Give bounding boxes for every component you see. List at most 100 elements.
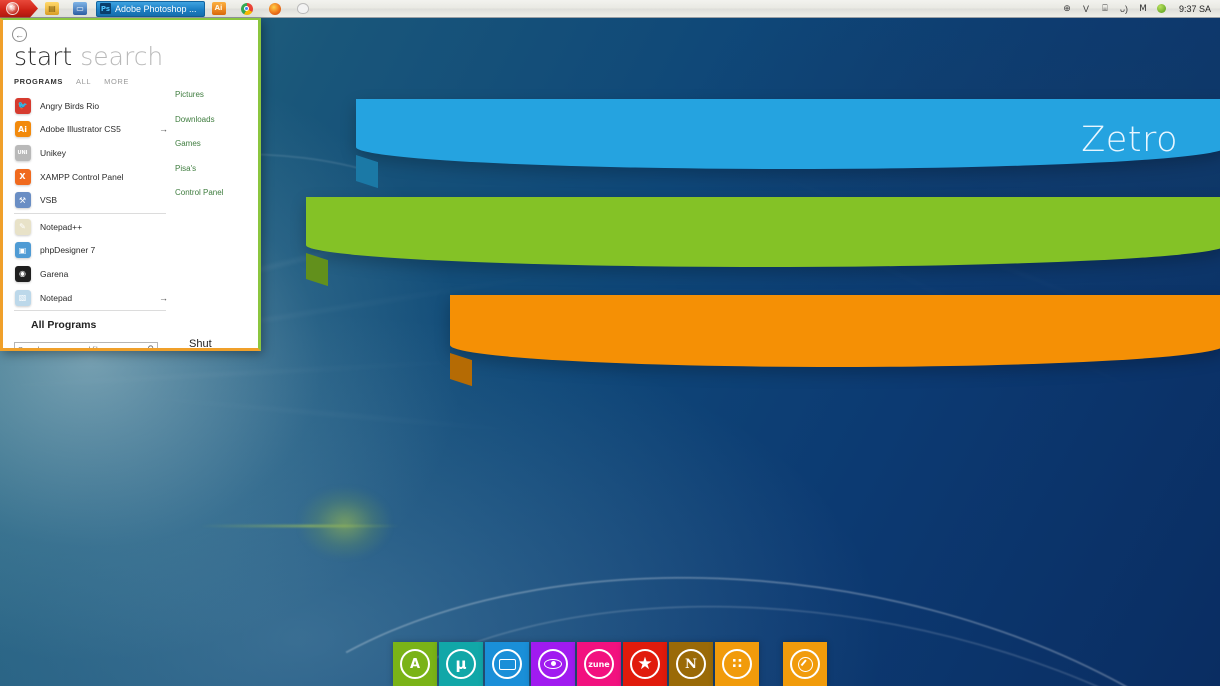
dock-tile-zune[interactable]: zune [577, 642, 621, 686]
taskbar-icon-illustrator[interactable]: Ai [205, 0, 233, 18]
utorrent-mu-icon: μ [446, 649, 476, 679]
dock: Aμ zune ★ N ∷ [393, 642, 827, 686]
submenu-arrow-icon[interactable]: → [159, 293, 168, 303]
list-divider [14, 310, 166, 312]
program-item[interactable]: ▣ phpDesigner 7 [14, 239, 166, 263]
letter-v-icon[interactable]: V [1080, 4, 1092, 14]
taskbar-icon-alien-app[interactable] [289, 0, 317, 18]
program-item[interactable]: X XAMPP Control Panel [14, 165, 166, 189]
start-menu-title: start [14, 42, 73, 71]
start-menu-link-pictures[interactable]: Pictures [175, 90, 257, 99]
start-menu-link-control-panel[interactable]: Control Panel [175, 188, 257, 197]
start-menu-link-games[interactable]: Games [175, 139, 257, 148]
program-item[interactable]: ⚒ VSB [14, 188, 166, 212]
taskbar-icon-firefox[interactable] [261, 0, 289, 18]
ribbon-body [450, 295, 1220, 367]
taskbar-active-task[interactable]: Ps Adobe Photoshop ... [96, 0, 205, 17]
letter-a-circle-icon: A [400, 649, 430, 679]
shutdown-label: Shut down [189, 338, 212, 350]
program-item-label: Garena [40, 268, 69, 279]
program-item[interactable]: Ai Adobe Illustrator CS5 → [14, 118, 168, 142]
start-menu-search-word: search [80, 42, 164, 71]
wallpaper-streak [120, 394, 540, 434]
program-item-label: Adobe Illustrator CS5 [40, 124, 121, 135]
taskbar-clock[interactable]: 9:37 SA [1179, 4, 1211, 14]
start-menu-tabs: PROGRAMS ALL MORE [14, 77, 129, 86]
wallpaper-streak [0, 359, 490, 389]
dock-tile-apps-grid[interactable]: ∷ [715, 642, 759, 686]
keyboard-icon [492, 649, 522, 679]
program-item[interactable]: ◉ Garena [14, 262, 166, 286]
list-divider [14, 212, 166, 214]
garena-icon: ◉ [14, 265, 31, 282]
start-menu-links: Pictures Downloads Games Pisa's Control Pane… [175, 90, 257, 213]
dock-tile-utorrent-a[interactable]: A [393, 642, 437, 686]
taskbar-icon-show-desktop[interactable]: ▭ [66, 0, 94, 18]
windows-orb-icon: ⚛ [6, 2, 19, 15]
all-programs-button[interactable]: All Programs [31, 319, 96, 331]
eye-icon [538, 649, 568, 679]
photoshop-icon: Ps [100, 3, 111, 14]
start-menu-header: start search [14, 42, 163, 71]
program-item[interactable]: ✎ Notepad++ [14, 215, 166, 239]
program-item[interactable]: UNI Unikey [14, 141, 166, 165]
firefox-icon [268, 2, 281, 15]
dock-tile-utorrent[interactable]: μ [439, 642, 483, 686]
monitor-icon: ▭ [73, 2, 87, 15]
zune-icon: zune [584, 649, 614, 679]
clock-circle-icon[interactable]: ⊕ [1061, 3, 1073, 14]
dock-tile-recovery[interactable] [783, 642, 827, 686]
phpdesigner-icon: ▣ [14, 242, 31, 259]
recovery-clock-icon [790, 649, 820, 679]
brand-title: Zetro [1081, 120, 1178, 160]
xampp-icon: X [14, 168, 31, 185]
program-item-label: Notepad++ [40, 221, 83, 232]
ribbon-banner-orange [450, 295, 1220, 387]
dock-separator [761, 642, 781, 686]
search-box[interactable]: ⚲ [14, 342, 158, 351]
program-item-label: Unikey [40, 147, 66, 158]
program-item-label: VSB [40, 195, 58, 206]
speaker-icon[interactable]: ᴗ) [1118, 4, 1130, 14]
system-tray: ⊕ V ⌸ ᴗ) M 9:37 SA [1061, 3, 1220, 14]
shutdown-button[interactable]: Shut down → [189, 338, 258, 351]
network-icon[interactable]: ⌸ [1099, 3, 1111, 14]
taskbar: ⚛ ▤ ▭ Ps Adobe Photoshop ... Ai ⊕ V ⌸ ᴗ) M 9:… [0, 0, 1220, 18]
start-menu: ← start search PROGRAMS ALL MORE 🐦 Angry Bi… [0, 18, 261, 351]
notepadpp-icon: ✎ [14, 218, 31, 235]
program-list: 🐦 Angry Birds Rio Ai Adobe Illustrator CS5 →… [14, 94, 168, 312]
folder-icon: ▤ [45, 2, 59, 15]
program-item[interactable]: ▧ Notepad → [14, 286, 168, 310]
dock-tile-eye[interactable] [531, 642, 575, 686]
submenu-arrow-icon[interactable]: → [159, 124, 168, 134]
start-menu-tab-all[interactable]: ALL [76, 77, 91, 86]
search-icon: ⚲ [147, 344, 154, 351]
taskbar-icon-explorer[interactable]: ▤ [38, 0, 66, 18]
chrome-icon [240, 2, 253, 15]
star-circle-icon: ★ [630, 649, 660, 679]
program-item-label: XAMPP Control Panel [40, 171, 124, 182]
start-button[interactable]: ⚛ [0, 0, 38, 18]
back-button[interactable]: ← [12, 27, 27, 42]
program-item-label: phpDesigner 7 [40, 245, 96, 256]
program-item-label: Angry Birds Rio [40, 100, 100, 111]
ribbon-body [306, 197, 1220, 267]
apple-green-icon[interactable] [1156, 4, 1168, 13]
start-menu-link-pisa-s[interactable]: Pisa's [175, 164, 257, 173]
angry-birds-icon: 🐦 [14, 97, 31, 114]
vsb-tools-icon: ⚒ [14, 192, 31, 209]
dock-tile-keyboard[interactable] [485, 642, 529, 686]
start-menu-tab-programs[interactable]: PROGRAMS [14, 77, 63, 86]
illustrator-icon: Ai [211, 2, 226, 15]
start-menu-tab-more[interactable]: MORE [104, 77, 129, 86]
ribbon-banner-green [306, 197, 1220, 287]
program-item[interactable]: 🐦 Angry Birds Rio [14, 94, 166, 118]
dock-tile-n[interactable]: N [669, 642, 713, 686]
start-menu-link-downloads[interactable]: Downloads [175, 115, 257, 124]
shutdown-arrow-icon: → [248, 344, 258, 351]
letter-n-circle-icon: N [676, 649, 706, 679]
taskbar-icon-chrome[interactable] [233, 0, 261, 18]
search-input[interactable] [18, 345, 148, 348]
dock-tile-star[interactable]: ★ [623, 642, 667, 686]
mail-m-icon[interactable]: M [1137, 4, 1149, 14]
